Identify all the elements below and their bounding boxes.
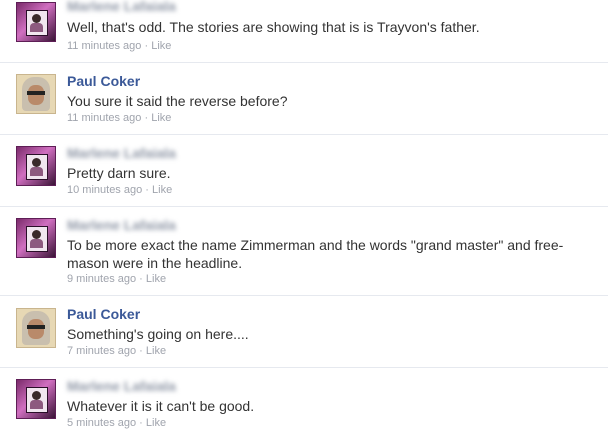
comment-timestamp: 5 minutes ago (67, 417, 137, 429)
meta-separator: · (139, 273, 143, 285)
comment-meta: 11 minutes ago · Like (67, 40, 171, 52)
comment-meta: 10 minutes ago · Like (67, 184, 172, 196)
comment-timestamp: 10 minutes ago (67, 184, 143, 196)
comment-item: Marlene Lafaiala Pretty darn sure. 10 mi… (0, 135, 608, 207)
comment-text: Something's going on here.... (67, 326, 249, 342)
comment-item: Marlene Lafaiala To be more exact the na… (0, 207, 608, 296)
comment-meta: 11 minutes ago · Like (67, 112, 171, 124)
like-link[interactable]: Like (146, 417, 166, 429)
avatar[interactable] (16, 379, 56, 419)
comment-meta: 9 minutes ago · Like (67, 273, 166, 285)
comment-timestamp: 9 minutes ago (67, 273, 137, 285)
like-link[interactable]: Like (151, 112, 171, 124)
like-link[interactable]: Like (152, 184, 172, 196)
comment-text: Well, that's odd. The stories are showin… (67, 19, 480, 35)
commenter-name[interactable]: Marlene Lafaiala (67, 378, 176, 394)
comment-text: You sure it said the reverse before? (67, 93, 288, 109)
commenter-name[interactable]: Paul Coker (67, 73, 140, 89)
like-link[interactable]: Like (146, 345, 166, 357)
comment-item: Marlene Lafaiala Whatever it is it can't… (0, 368, 608, 430)
avatar[interactable] (16, 2, 56, 42)
meta-separator: · (144, 112, 149, 124)
avatar[interactable] (16, 218, 56, 258)
commenter-name[interactable]: Marlene Lafaiala (67, 217, 176, 233)
comment-timestamp: 11 minutes ago (67, 112, 142, 124)
like-link[interactable]: Like (151, 40, 171, 52)
avatar[interactable] (16, 308, 56, 348)
avatar[interactable] (16, 146, 56, 186)
comment-item: Paul Coker You sure it said the reverse … (0, 63, 608, 135)
meta-separator: · (139, 345, 143, 357)
meta-separator: · (139, 417, 143, 429)
comment-timestamp: 7 minutes ago (67, 345, 137, 357)
comment-text: To be more exact the name Zimmerman and … (67, 237, 564, 271)
comment-timestamp: 11 minutes ago (67, 40, 142, 52)
comment-text: Whatever it is it can't be good. (67, 398, 255, 414)
comment-meta: 7 minutes ago · Like (67, 345, 166, 357)
meta-separator: · (145, 184, 149, 196)
comment-item: Marlene Lafaiala Well, that's odd. The s… (0, 0, 608, 63)
commenter-name[interactable]: Marlene Lafaiala (67, 0, 176, 14)
avatar[interactable] (16, 74, 56, 114)
commenter-name[interactable]: Paul Coker (67, 306, 140, 322)
like-link[interactable]: Like (146, 273, 166, 285)
comment-thread: Marlene Lafaiala Well, that's odd. The s… (0, 0, 610, 430)
comment-meta: 5 minutes ago · Like (67, 417, 166, 429)
comment-item: Paul Coker Something's going on here....… (0, 296, 608, 368)
commenter-name[interactable]: Marlene Lafaiala (67, 145, 176, 161)
meta-separator: · (144, 40, 149, 52)
comment-text: Pretty darn sure. (67, 165, 171, 181)
